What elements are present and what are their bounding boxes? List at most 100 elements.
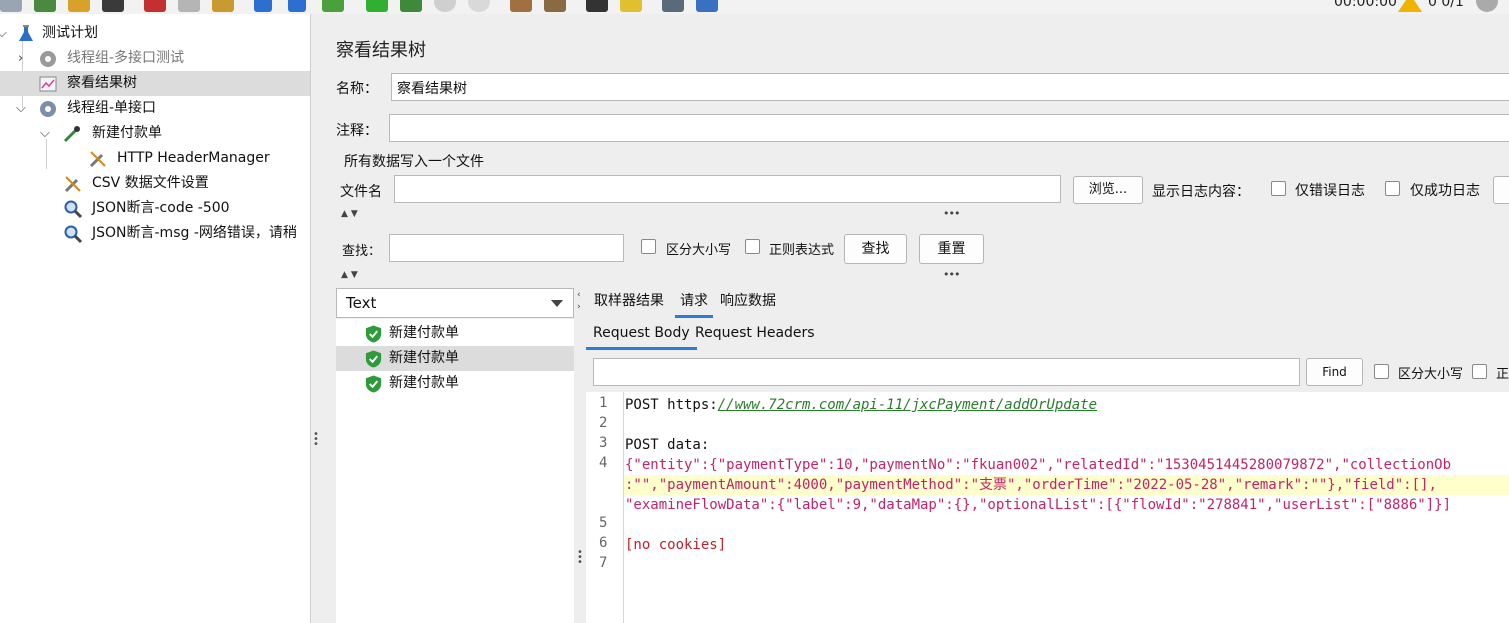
search-icon[interactable] (586, 0, 608, 12)
splitter-grip-icon[interactable]: • • • (313, 430, 319, 450)
list-item[interactable]: 新建付款单 (336, 321, 574, 346)
reset-button[interactable]: 重置 (919, 234, 984, 264)
success-shield-icon (365, 375, 382, 393)
browse-button[interactable]: 浏览... (1073, 176, 1143, 204)
tree-item-csv-data-set[interactable]: CSV 数据文件设置 (0, 171, 310, 196)
chevron-down-icon[interactable]: ⌵ (16, 96, 26, 121)
view-results-tree-panel: 察看结果树 名称： 察看结果树 注释： 所有数据写入一个文件 文件名 浏览...… (323, 14, 1509, 623)
shutdown-icon[interactable] (468, 0, 490, 12)
find-input[interactable] (593, 358, 1300, 386)
tree-item-thread-group-multi[interactable]: › 线程组-多接口测试 (0, 46, 310, 71)
collapsible-divider[interactable]: ▲▼ ••• (336, 207, 1509, 223)
gear-icon (40, 101, 56, 117)
copy-icon[interactable] (178, 0, 200, 12)
tree-item-test-plan[interactable]: ⌵ 测试计划 (0, 21, 310, 46)
name-field[interactable]: 察看结果树 (391, 73, 1509, 101)
tab-request[interactable]: 请求 (675, 288, 713, 318)
request-url-link[interactable]: //www.72crm.com/api-11/jxcPayment/addOrU… (718, 397, 1097, 413)
reset-search-icon[interactable] (620, 0, 642, 12)
tree-item-json-assert-code[interactable]: JSON断言-code -500 (0, 196, 310, 221)
expand-icon[interactable] (254, 0, 272, 12)
tree-item-label: 线程组-单接口 (67, 100, 157, 116)
results-splitter[interactable]: ‹ › • • • (574, 288, 586, 623)
search-input[interactable] (389, 234, 624, 262)
paste-icon[interactable] (212, 0, 234, 12)
warning-icon[interactable] (1398, 0, 1422, 12)
line-number: 3 (599, 435, 608, 451)
tab-request-body[interactable]: Request Body (586, 320, 697, 350)
function-helper-icon[interactable] (662, 0, 684, 12)
sample-results-list: 新建付款单 新建付款单 新建付款单 (336, 319, 574, 623)
splitter-grip-icon[interactable]: • • • (577, 548, 583, 568)
tree-splitter[interactable] (311, 14, 323, 623)
folder-icon[interactable] (68, 0, 90, 12)
help-icon[interactable] (696, 0, 718, 12)
search-regex-checkbox[interactable] (745, 239, 760, 254)
collapse-icon[interactable] (288, 0, 306, 12)
collapse-arrows-icon[interactable]: ▲▼ (341, 270, 361, 280)
tab-sampler-result[interactable]: 取样器结果 (594, 288, 664, 318)
tree-item-json-assert-msg[interactable]: JSON断言-msg -网络错误，请稍 (0, 221, 310, 246)
tree-item-new-payment[interactable]: ⌵ 新建付款单 (0, 121, 310, 146)
chevron-down-icon[interactable]: ⌵ (40, 121, 50, 146)
request-body-editor[interactable]: 1 2 3 4 5 6 7 POST https://www.72crm.com… (586, 392, 1509, 623)
tree-item-label: JSON断言-msg -网络错误，请稍 (92, 225, 297, 241)
find-regex-checkbox[interactable] (1472, 364, 1487, 379)
clear-icon[interactable] (510, 0, 532, 12)
list-item[interactable]: 新建付款单 (336, 371, 574, 396)
tree-item-label: 测试计划 (42, 25, 98, 41)
tab-response-data[interactable]: 响应数据 (720, 288, 776, 318)
chevron-down-icon[interactable]: ⌵ (0, 21, 7, 46)
save-icon[interactable] (102, 0, 124, 12)
toggle-icon[interactable] (322, 0, 344, 12)
clear-all-icon[interactable] (544, 0, 566, 12)
search-label: 查找： (342, 244, 382, 259)
start-icon[interactable] (366, 0, 388, 12)
tree-item-label: HTTP HeaderManager (117, 150, 270, 166)
start-no-pauses-icon[interactable] (400, 0, 422, 12)
templates-icon[interactable] (0, 0, 22, 12)
configure-button[interactable] (1493, 176, 1509, 204)
search-regex-label: 正则表达式 (769, 243, 835, 258)
search-case-checkbox[interactable] (641, 239, 656, 254)
collapse-arrows-icon[interactable]: ▲▼ (341, 209, 361, 219)
settings-icon[interactable] (1476, 0, 1498, 12)
test-plan-tree: ⌵ 测试计划 › 线程组-多接口测试 察看结果树 ⌵ 线程组-单接口 ⌵ 新建付… (0, 14, 311, 623)
find-case-checkbox[interactable] (1374, 364, 1389, 379)
subtab-bar: Request Body Request Headers (586, 318, 1509, 354)
find-button[interactable]: Find (1306, 358, 1363, 386)
filename-field[interactable] (394, 175, 1061, 203)
sample-label: 新建付款单 (389, 350, 459, 366)
tree-item-header-manager[interactable]: HTTP HeaderManager (0, 146, 310, 171)
list-item[interactable]: 新建付款单 (336, 346, 574, 371)
chevron-down-icon[interactable] (551, 300, 563, 307)
collapse-arrows-icon[interactable]: ‹ (577, 290, 581, 300)
page-title: 察看结果树 (336, 40, 426, 61)
renderer-select[interactable]: Text (336, 288, 574, 318)
filename-label: 文件名 (340, 184, 382, 200)
line-number: 4 (599, 455, 608, 471)
divider-grip-icon[interactable]: ••• (943, 207, 960, 220)
code-line-json: {"entity":{"paymentType":10,"paymentNo":… (625, 457, 1452, 473)
gear-icon (40, 51, 56, 67)
collapse-arrows-icon[interactable]: › (577, 302, 581, 312)
tree-item-label: JSON断言-code -500 (92, 200, 230, 216)
open-icon[interactable] (34, 0, 56, 12)
chevron-right-icon[interactable]: › (18, 46, 23, 71)
success-only-checkbox[interactable] (1385, 181, 1400, 196)
wrench-icon (64, 176, 81, 193)
find-button[interactable]: 查找 (844, 234, 907, 264)
magnifier-icon (64, 200, 83, 219)
elapsed-time: 00:00:00 (1334, 0, 1397, 10)
cut-icon[interactable] (144, 0, 166, 12)
code-line-cookies: [no cookies] (625, 537, 727, 553)
collapsible-divider[interactable]: ▲▼ ••• (336, 268, 1509, 284)
tree-item-thread-group-single[interactable]: ⌵ 线程组-单接口 (0, 96, 310, 121)
divider-grip-icon[interactable]: ••• (943, 268, 960, 281)
tree-item-view-results-tree[interactable]: 察看结果树 (0, 71, 310, 96)
comment-field[interactable] (389, 114, 1509, 142)
tab-request-headers[interactable]: Request Headers (695, 320, 815, 350)
stop-icon[interactable] (434, 0, 456, 12)
sample-label: 新建付款单 (389, 375, 459, 391)
errors-only-checkbox[interactable] (1271, 181, 1286, 196)
